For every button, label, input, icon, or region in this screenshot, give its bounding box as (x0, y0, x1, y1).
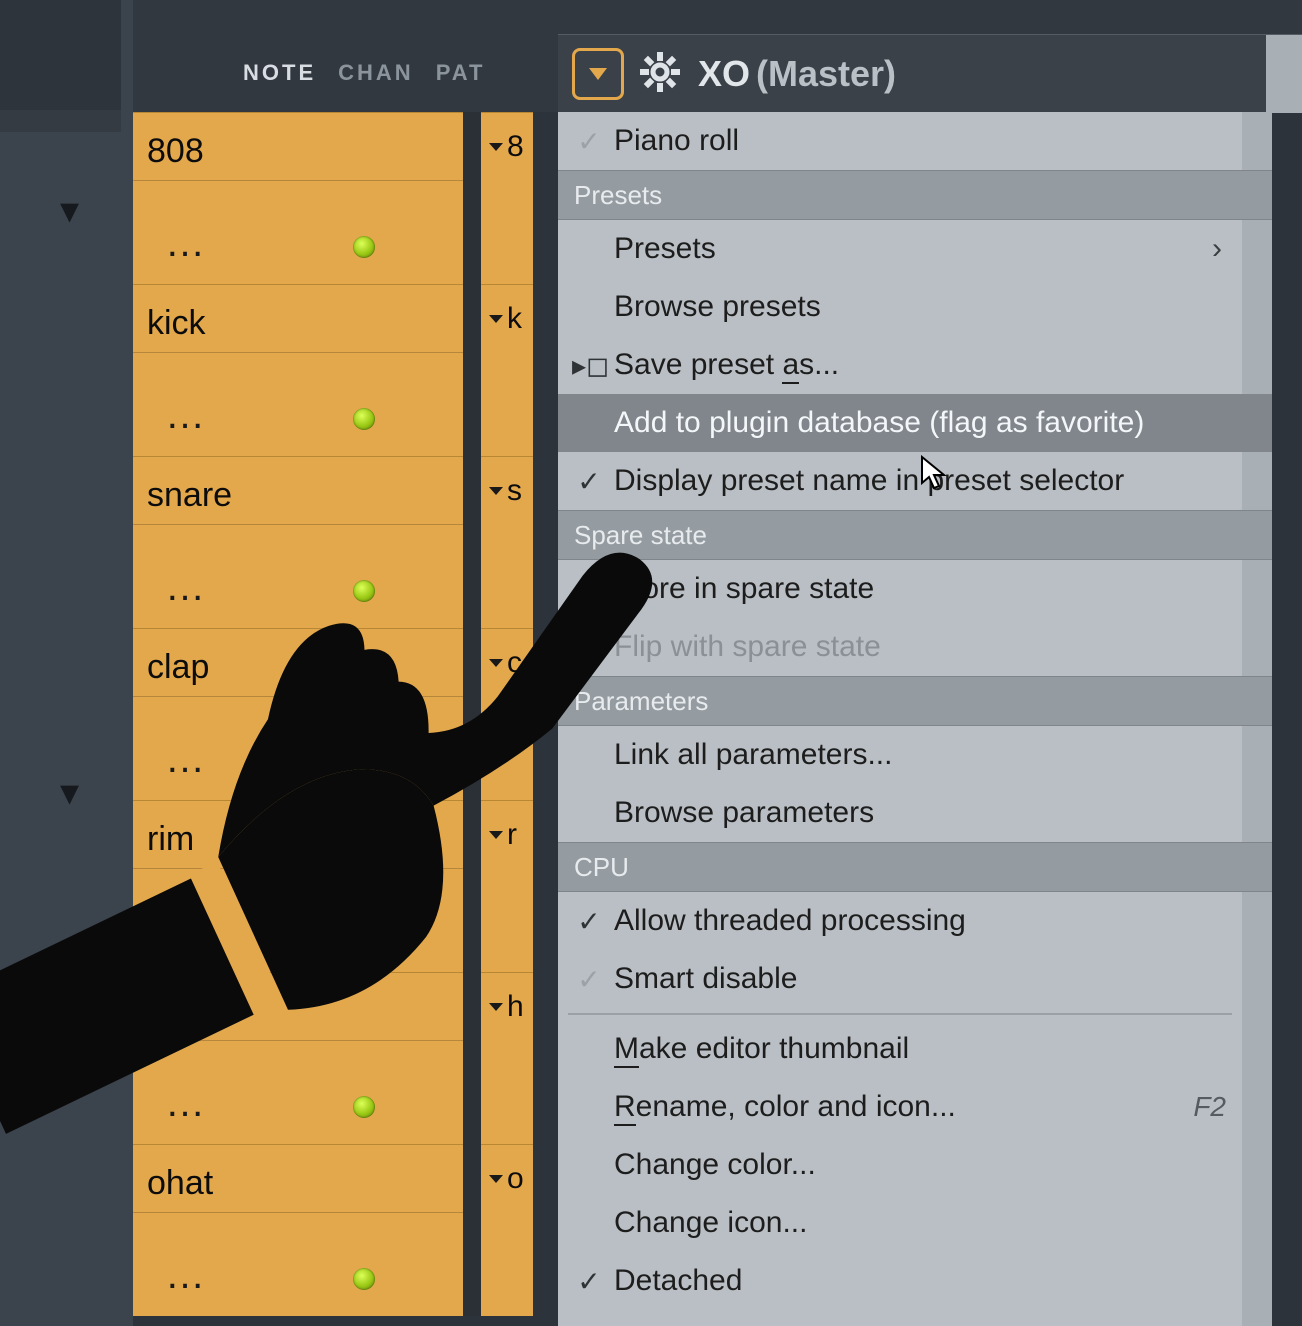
menu-section-spare-state: Spare state (558, 510, 1272, 560)
more-icon[interactable]: … (165, 221, 201, 266)
menu-browse-parameters[interactable]: Browse parameters (558, 784, 1272, 842)
channel-slot[interactable]: kick … k (133, 284, 533, 456)
plugin-title: XO(Master) (698, 53, 896, 95)
menu-change-icon[interactable]: Change icon... (558, 1194, 1272, 1252)
channel-name[interactable]: hat (147, 992, 194, 1031)
channel-slot[interactable]: clap … c (133, 628, 533, 800)
menu-section-presets: Presets (558, 170, 1272, 220)
activity-led (353, 924, 375, 946)
menu-presets[interactable]: Presets› (558, 220, 1272, 278)
menu-make-thumbnail[interactable]: Make editor thumbnail (558, 1020, 1272, 1078)
chevron-down-icon[interactable]: ▾ (60, 188, 79, 233)
channel-name[interactable]: clap (147, 648, 209, 687)
menu-browse-presets[interactable]: Browse presets (558, 278, 1272, 336)
channel-slot[interactable]: snare … s (133, 456, 533, 628)
menu-section-parameters: Parameters (558, 676, 1272, 726)
tab-chan[interactable]: CHAN (338, 60, 414, 85)
menu-allow-threaded[interactable]: ✓Allow threaded processing (558, 892, 1272, 950)
channel-mix-button[interactable]: h (481, 972, 533, 1041)
channel-rack: 808 … 8 kick … k snare … s clap … c (133, 112, 533, 1326)
menu-link-all-parameters[interactable]: Link all parameters... (558, 726, 1272, 784)
check-icon: ✓ (572, 465, 606, 498)
menu-piano-roll[interactable]: ✓Piano roll (558, 112, 1272, 170)
check-icon: ✓ (572, 1265, 606, 1298)
activity-led (353, 580, 375, 602)
channel-mix-button[interactable]: 8 (481, 112, 533, 181)
menu-flip-spare-state: Flip with spare state (558, 618, 1272, 676)
channel-name[interactable]: kick (147, 304, 206, 343)
chevron-right-icon: › (1212, 232, 1222, 266)
check-icon: ✓ (572, 905, 606, 938)
plugin-header-right[interactable] (1266, 35, 1302, 113)
activity-led (353, 752, 375, 774)
more-icon[interactable]: … (165, 737, 201, 782)
menu-section-cpu: CPU (558, 842, 1272, 892)
channel-mix-button[interactable]: o (481, 1144, 533, 1213)
menu-change-color[interactable]: Change color... (558, 1136, 1272, 1194)
plugin-options-menu: ✓Piano roll Presets Presets› Browse pres… (558, 112, 1272, 1326)
menu-rename-color-icon[interactable]: Rename, color and icon...F2 (558, 1078, 1272, 1136)
activity-led (353, 1096, 375, 1118)
activity-led (353, 408, 375, 430)
browser-panel: ▾ ▾ (0, 0, 133, 1326)
tab-note[interactable]: NOTE (243, 60, 316, 85)
channel-slot[interactable]: hat … h (133, 972, 533, 1144)
more-icon[interactable]: … (165, 1253, 201, 1298)
more-icon[interactable]: … (165, 1081, 201, 1126)
check-icon: ✓ (572, 125, 606, 158)
channel-slot[interactable]: ohat … o (133, 1144, 533, 1316)
plugin-options-dropdown[interactable] (572, 48, 624, 100)
channel-slot[interactable]: rim … r (133, 800, 533, 972)
menu-detached[interactable]: ✓Detached (558, 1252, 1272, 1310)
chevron-down-icon[interactable]: ▾ (60, 770, 79, 815)
activity-led (353, 1268, 375, 1290)
menu-separator (558, 1008, 1272, 1020)
channel-slot[interactable]: 808 … 8 (133, 112, 533, 284)
menu-smart-disable[interactable]: ✓Smart disable (558, 950, 1272, 1008)
plugin-window-header[interactable]: XO(Master) (558, 34, 1302, 113)
activity-led (353, 236, 375, 258)
channel-name[interactable]: ohat (147, 1164, 213, 1203)
channel-mix-button[interactable]: k (481, 284, 533, 353)
more-icon[interactable]: … (165, 393, 201, 438)
menu-add-to-plugin-database[interactable]: Add to plugin database (flag as favorite… (558, 394, 1272, 452)
more-icon[interactable]: … (165, 565, 201, 610)
channel-mix-button[interactable]: r (481, 800, 533, 869)
shortcut-label: F2 (1193, 1091, 1226, 1123)
channel-name[interactable]: snare (147, 476, 232, 515)
save-icon: ▸◻ (572, 349, 606, 382)
tab-pat[interactable]: PAT (436, 60, 486, 85)
gear-icon[interactable] (640, 52, 680, 97)
more-icon[interactable]: … (165, 909, 201, 954)
check-icon: ✓ (572, 963, 606, 996)
menu-display-preset-name[interactable]: ✓Display preset name in preset selector (558, 452, 1272, 510)
menu-store-spare-state[interactable]: Store in spare state (558, 560, 1272, 618)
channel-name[interactable]: rim (147, 820, 194, 859)
channel-name[interactable]: 808 (147, 132, 204, 171)
channel-mix-button[interactable]: c (481, 628, 533, 697)
menu-save-preset-as[interactable]: ▸◻Save preset as... (558, 336, 1272, 394)
channel-mix-button[interactable]: s (481, 456, 533, 525)
